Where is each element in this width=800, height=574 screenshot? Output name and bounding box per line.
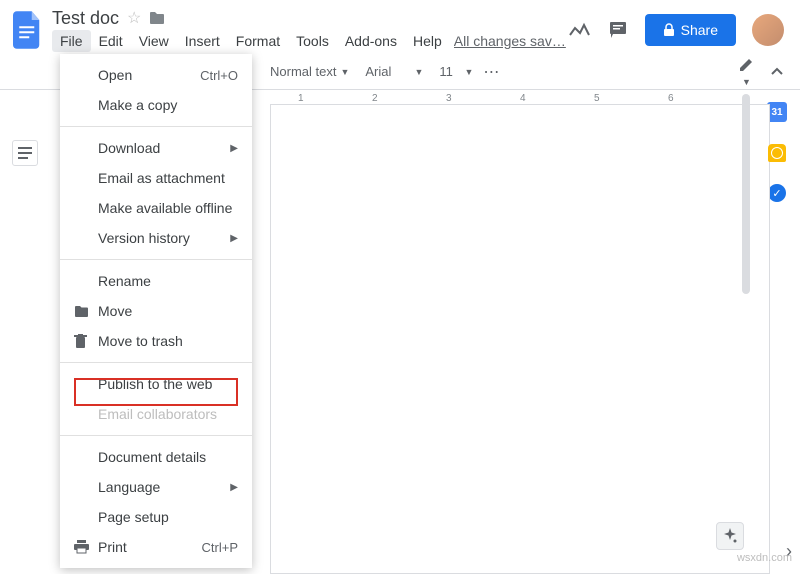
watermark: wsxdn.com <box>737 552 792 564</box>
menu-file[interactable]: File <box>52 30 91 52</box>
paragraph-style-select[interactable]: Normal text ▼ <box>264 60 355 83</box>
menu-rename[interactable]: Rename <box>60 266 252 296</box>
keep-icon[interactable] <box>768 144 786 162</box>
document-page[interactable] <box>270 104 770 574</box>
docs-logo[interactable] <box>10 12 46 48</box>
share-label: Share <box>681 22 718 38</box>
chevron-right-icon: ▶ <box>230 482 238 493</box>
folder-icon <box>74 305 98 318</box>
menu-tools[interactable]: Tools <box>288 30 337 52</box>
collapse-icon[interactable] <box>770 65 784 79</box>
tasks-icon[interactable]: ✓ <box>768 184 786 202</box>
menu-move[interactable]: Move <box>60 296 252 326</box>
menu-language[interactable]: Language▶ <box>60 472 252 502</box>
header-actions: Share <box>569 14 784 46</box>
chevron-down-icon: ▼ <box>340 67 349 77</box>
edit-mode-icon[interactable]: ▼ <box>738 55 756 88</box>
menu-divider <box>60 435 252 436</box>
menu-divider <box>60 362 252 363</box>
folder-icon[interactable] <box>149 11 165 25</box>
print-icon <box>74 540 98 554</box>
font-label: Arial <box>365 64 391 79</box>
menu-edit[interactable]: Edit <box>91 30 131 52</box>
title-area: Test doc ☆ File Edit View Insert Format … <box>52 7 569 53</box>
menu-move-to-trash[interactable]: Move to trash <box>60 326 252 356</box>
ruler-tick: 5 <box>594 93 600 104</box>
font-size-select[interactable]: 11 ▼ <box>433 60 479 83</box>
menubar: File Edit View Insert Format Tools Add-o… <box>52 29 569 53</box>
font-select[interactable]: Arial ▼ <box>359 60 429 83</box>
outline-button[interactable] <box>12 140 38 166</box>
menu-version-history[interactable]: Version history▶ <box>60 223 252 253</box>
avatar[interactable] <box>752 14 784 46</box>
menu-divider <box>60 126 252 127</box>
menu-addons[interactable]: Add-ons <box>337 30 405 52</box>
menu-divider <box>60 259 252 260</box>
menu-make-offline[interactable]: Make available offline <box>60 193 252 223</box>
left-gutter <box>0 90 50 568</box>
ruler-tick: 4 <box>520 93 526 104</box>
menu-download[interactable]: Download▶ <box>60 133 252 163</box>
chevron-right-icon: ▶ <box>230 233 238 244</box>
comments-icon[interactable] <box>607 19 629 41</box>
lock-icon <box>663 23 675 37</box>
menu-help[interactable]: Help <box>405 30 450 52</box>
menu-view[interactable]: View <box>131 30 177 52</box>
chevron-right-icon: ▶ <box>230 143 238 154</box>
share-button[interactable]: Share <box>645 14 736 46</box>
ruler-tick: 6 <box>668 93 674 104</box>
menu-email-attachment[interactable]: Email as attachment <box>60 163 252 193</box>
menu-publish-to-web[interactable]: Publish to the web <box>60 369 252 399</box>
size-label: 11 <box>439 64 453 79</box>
menu-email-collaborators: Email collaborators <box>60 399 252 429</box>
explore-button[interactable] <box>716 522 744 550</box>
header: Test doc ☆ File Edit View Insert Format … <box>0 0 800 54</box>
calendar-icon[interactable]: 31 <box>767 102 787 122</box>
style-label: Normal text <box>270 64 336 79</box>
vertical-scrollbar[interactable] <box>742 94 750 294</box>
ruler-tick: 3 <box>446 93 452 104</box>
file-dropdown-menu: OpenCtrl+O Make a copy Download▶ Email a… <box>60 54 252 568</box>
menu-document-details[interactable]: Document details <box>60 442 252 472</box>
ruler-tick: 2 <box>372 93 378 104</box>
menu-format[interactable]: Format <box>228 30 288 52</box>
toolbar-more[interactable]: ⋯ <box>483 62 501 82</box>
ruler-tick: 1 <box>298 93 304 104</box>
menu-print[interactable]: PrintCtrl+P <box>60 532 252 562</box>
save-status[interactable]: All changes sav… <box>454 33 566 49</box>
document-title[interactable]: Test doc <box>52 8 119 29</box>
chevron-down-icon: ▼ <box>414 67 423 77</box>
chevron-down-icon: ▼ <box>464 67 473 77</box>
menu-page-setup[interactable]: Page setup <box>60 502 252 532</box>
menu-make-copy[interactable]: Make a copy <box>60 90 252 120</box>
menu-insert[interactable]: Insert <box>177 30 228 52</box>
menu-open[interactable]: OpenCtrl+O <box>60 60 252 90</box>
trash-icon <box>74 334 98 349</box>
activity-icon[interactable] <box>569 22 591 38</box>
star-icon[interactable]: ☆ <box>127 8 141 28</box>
